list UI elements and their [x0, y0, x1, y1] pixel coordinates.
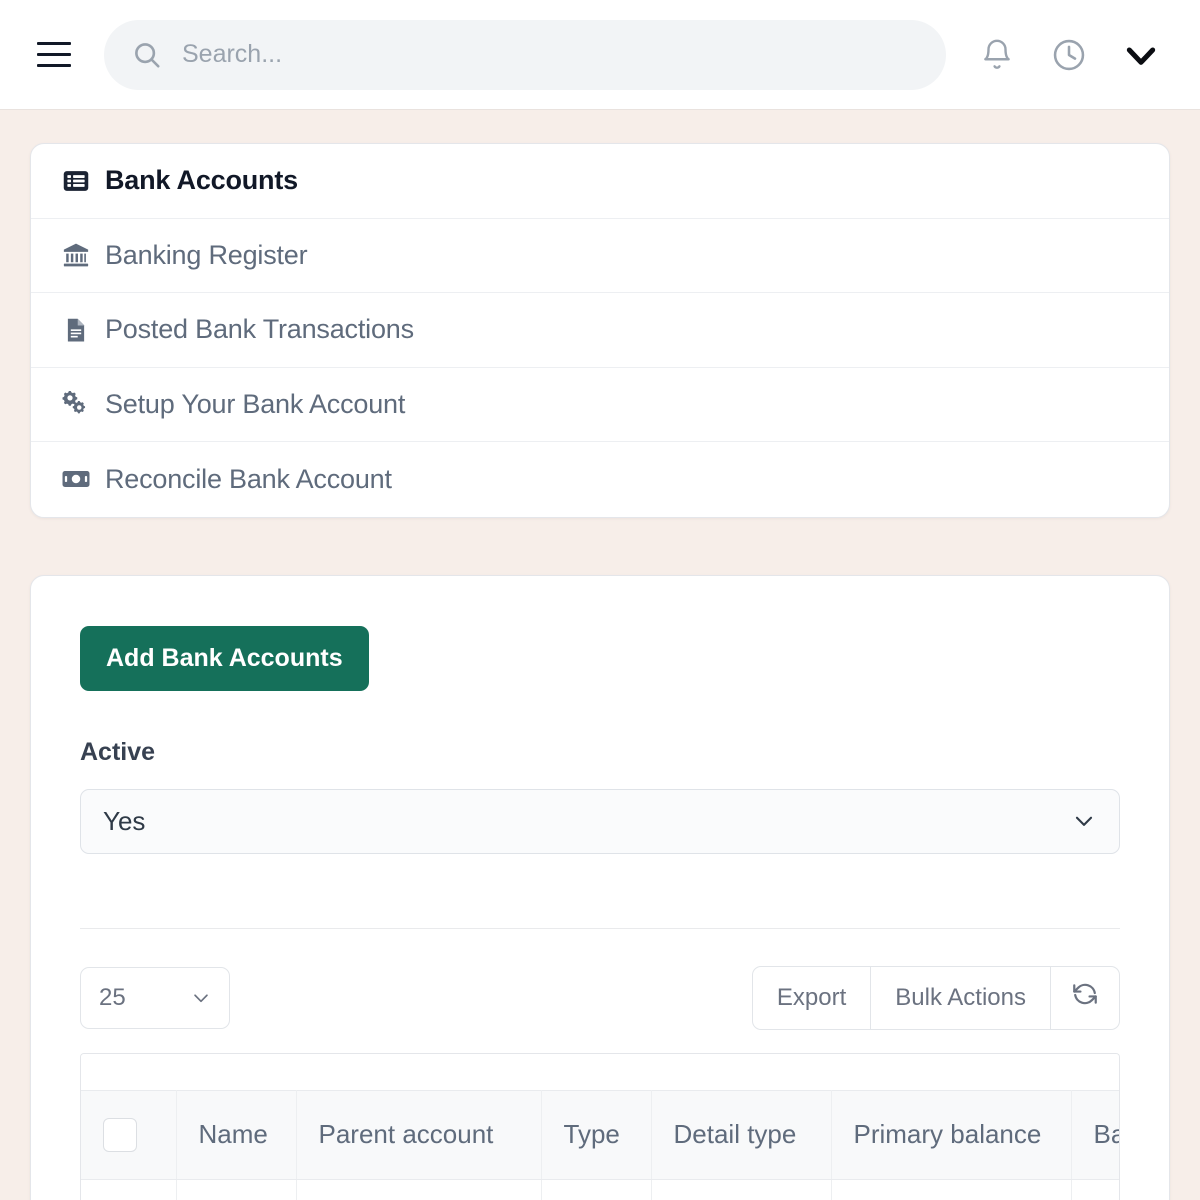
search-input[interactable] [180, 19, 918, 90]
bank-icon [61, 240, 91, 270]
active-filter-select[interactable]: Yes [80, 788, 1120, 854]
table-cell [176, 1179, 297, 1200]
sidebar-item-label: Banking Register [105, 239, 308, 270]
sidebar-item-label: Setup Your Bank Account [105, 388, 406, 419]
bank-accounts-nav-card: Bank Accounts Banking Register Posted Ba… [30, 143, 1170, 518]
sidebar-item-banking-register[interactable]: Banking Register [31, 219, 1169, 293]
sidebar-item-label: Posted Bank Transactions [105, 314, 414, 345]
table-cell [651, 1179, 832, 1200]
history-icon[interactable] [1044, 30, 1094, 80]
active-filter-value: Yes [103, 805, 146, 836]
top-header-bar [0, 0, 1200, 110]
column-header-parent-account[interactable]: Parent account [296, 1089, 542, 1180]
sidebar-item-setup-your-bank-account[interactable]: Setup Your Bank Account [31, 368, 1169, 442]
column-header-name[interactable]: Name [176, 1089, 297, 1180]
sidebar-item-label: Bank Accounts [105, 165, 298, 196]
sidebar-item-reconcile-bank-account[interactable]: Reconcile Bank Account [31, 442, 1169, 517]
hamburger-line [37, 64, 71, 67]
table-cell [541, 1179, 652, 1200]
table-header-row: Name Parent account Type Detail type Pri… [81, 1089, 1119, 1180]
search-icon [132, 40, 162, 70]
page-size-select[interactable]: 25 [80, 966, 230, 1029]
table-row [81, 1179, 1119, 1200]
table-body [81, 1179, 1119, 1200]
export-button[interactable]: Export [751, 965, 872, 1030]
column-header-type[interactable]: Type [541, 1089, 652, 1180]
chevron-down-icon[interactable] [1116, 30, 1166, 80]
table-cell [81, 1179, 177, 1200]
bank-accounts-table: Name Parent account Type Detail type Pri… [81, 1089, 1119, 1200]
hamburger-line [37, 42, 71, 45]
select-all-checkbox[interactable] [103, 1117, 137, 1152]
hamburger-menu-icon[interactable] [32, 33, 76, 77]
hamburger-line [37, 53, 71, 56]
notifications-icon[interactable] [972, 30, 1022, 80]
header-actions [972, 30, 1166, 80]
bank-accounts-main-card: Add Bank Accounts Active Yes 25 Export B… [30, 574, 1170, 1200]
add-bank-accounts-button[interactable]: Add Bank Accounts [80, 625, 369, 691]
active-filter-label: Active [80, 737, 156, 766]
column-header-detail-type[interactable]: Detail type [651, 1089, 832, 1180]
column-header-bank[interactable]: Bank [1071, 1089, 1119, 1180]
table-scroll-container[interactable]: Name Parent account Type Detail type Pri… [80, 1052, 1120, 1200]
document-icon [61, 315, 91, 345]
sidebar-item-bank-accounts[interactable]: Bank Accounts [31, 144, 1169, 219]
table-cell [831, 1179, 1072, 1200]
money-bill-icon [61, 464, 91, 494]
search-bar[interactable] [104, 19, 946, 90]
column-header-primary-balance[interactable]: Primary balance [831, 1089, 1072, 1180]
list-icon [61, 166, 91, 196]
table-top-strip [81, 1053, 1119, 1090]
section-divider [80, 927, 1120, 929]
column-header-select-all [81, 1089, 177, 1180]
sidebar-item-posted-bank-transactions[interactable]: Posted Bank Transactions [31, 293, 1169, 368]
table-actions-group: Export Bulk Actions [751, 965, 1120, 1030]
table-cell [1071, 1179, 1119, 1200]
page-size-value: 25 [99, 983, 126, 1011]
sidebar-item-label: Reconcile Bank Account [105, 463, 392, 494]
refresh-button[interactable] [1051, 965, 1120, 1030]
refresh-icon [1071, 980, 1099, 1015]
page-body: Bank Accounts Banking Register Posted Ba… [0, 110, 1200, 1200]
table-cell [296, 1179, 542, 1200]
gears-icon [61, 389, 91, 419]
chevron-down-icon [190, 987, 212, 1009]
chevron-down-icon [1071, 808, 1097, 834]
table-toolbar: 25 Export Bulk Actions [80, 965, 1120, 1030]
bulk-actions-button[interactable]: Bulk Actions [871, 965, 1051, 1030]
